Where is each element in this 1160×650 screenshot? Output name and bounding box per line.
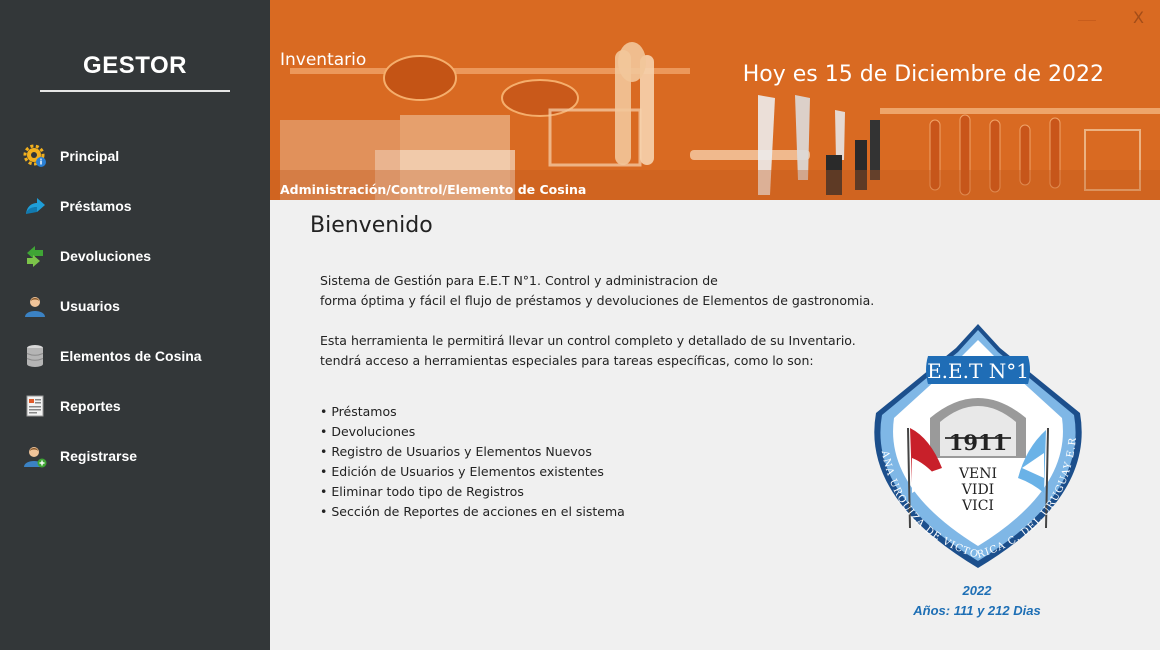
intro-text-line2: forma óptima y fácil el flujo de préstam…	[320, 293, 875, 308]
feature-item: Registro de Usuarios y Elementos Nuevos	[320, 442, 625, 462]
emblem-year-text: 1911	[949, 430, 1007, 455]
user-icon	[22, 293, 48, 319]
section-title: Inventario	[280, 50, 367, 70]
sidebar-item-elementos-de-cosina[interactable]: Elementos de Cosina	[0, 336, 270, 376]
sidebar-item-principal[interactable]: Principal	[0, 136, 270, 176]
share-arrow-icon	[22, 193, 48, 219]
school-emblem-logo: E.E.T N°1 1911 VENI VIDI VICI ANA URQUIZ…	[850, 318, 1082, 568]
sidebar-item-label: Préstamos	[60, 198, 132, 214]
emblem-motto-1: VENI	[958, 466, 997, 482]
sidebar-item-label: Reportes	[60, 398, 121, 414]
close-button[interactable]: X	[1133, 8, 1144, 27]
feature-item: Devoluciones	[320, 422, 625, 442]
emblem-top-text: E.E.T N°1	[927, 359, 1029, 383]
return-arrows-icon	[22, 243, 48, 269]
sidebar-item-reportes[interactable]: Reportes	[0, 386, 270, 426]
sidebar-item-label: Devoluciones	[60, 248, 152, 264]
sidebar-item-devoluciones[interactable]: Devoluciones	[0, 236, 270, 276]
app-brand: GESTOR	[83, 52, 187, 79]
sidebar-item-label: Principal	[60, 148, 120, 164]
kitchen-utensils-background	[270, 0, 1160, 200]
feature-item: Préstamos	[320, 402, 625, 422]
sidebar-item-label: Usuarios	[60, 298, 120, 314]
brand-divider	[40, 90, 230, 92]
emblem-motto-2: VIDI	[961, 482, 994, 498]
features-list: Préstamos Devoluciones Registro de Usuar…	[320, 402, 625, 522]
current-year: 2022	[962, 583, 992, 598]
sidebar-item-usuarios[interactable]: Usuarios	[0, 286, 270, 326]
tool-text-line2: tendrá acceso a herramientas especiales …	[320, 353, 814, 368]
add-user-icon	[22, 443, 48, 469]
feature-item: Edición de Usuarios y Elementos existent…	[320, 462, 625, 482]
sidebar-item-prestamos[interactable]: Préstamos	[0, 186, 270, 226]
current-date: Hoy es 15 de Diciembre de 2022	[742, 62, 1104, 87]
intro-text-line1: Sistema de Gestión para E.E.T N°1. Contr…	[320, 273, 718, 288]
sidebar-item-registrarse[interactable]: Registrarse	[0, 436, 270, 476]
sidebar: GESTOR Principal Préstamos Devoluciones …	[0, 0, 270, 650]
header-banner: Inventario Hoy es 15 de Diciembre de 202…	[270, 0, 1160, 200]
breadcrumb: Administración/Control/Elemento de Cosin…	[280, 182, 587, 197]
tool-text-line1: Esta herramienta le permitirá llevar un …	[320, 333, 856, 348]
report-icon	[22, 393, 48, 419]
database-icon	[22, 343, 48, 369]
sidebar-item-label: Elementos de Cosina	[60, 348, 202, 364]
minimize-button[interactable]	[1076, 10, 1098, 30]
school-age: Años: 111 y 212 Dias	[913, 603, 1041, 618]
welcome-heading: Bienvenido	[310, 213, 433, 238]
gear-info-icon	[22, 143, 48, 169]
feature-item: Sección de Reportes de acciones en el si…	[320, 502, 624, 522]
feature-item: Eliminar todo tipo de Registros	[320, 482, 625, 502]
sidebar-item-label: Registrarse	[60, 448, 138, 464]
emblem-motto-3: VICI	[961, 498, 994, 514]
